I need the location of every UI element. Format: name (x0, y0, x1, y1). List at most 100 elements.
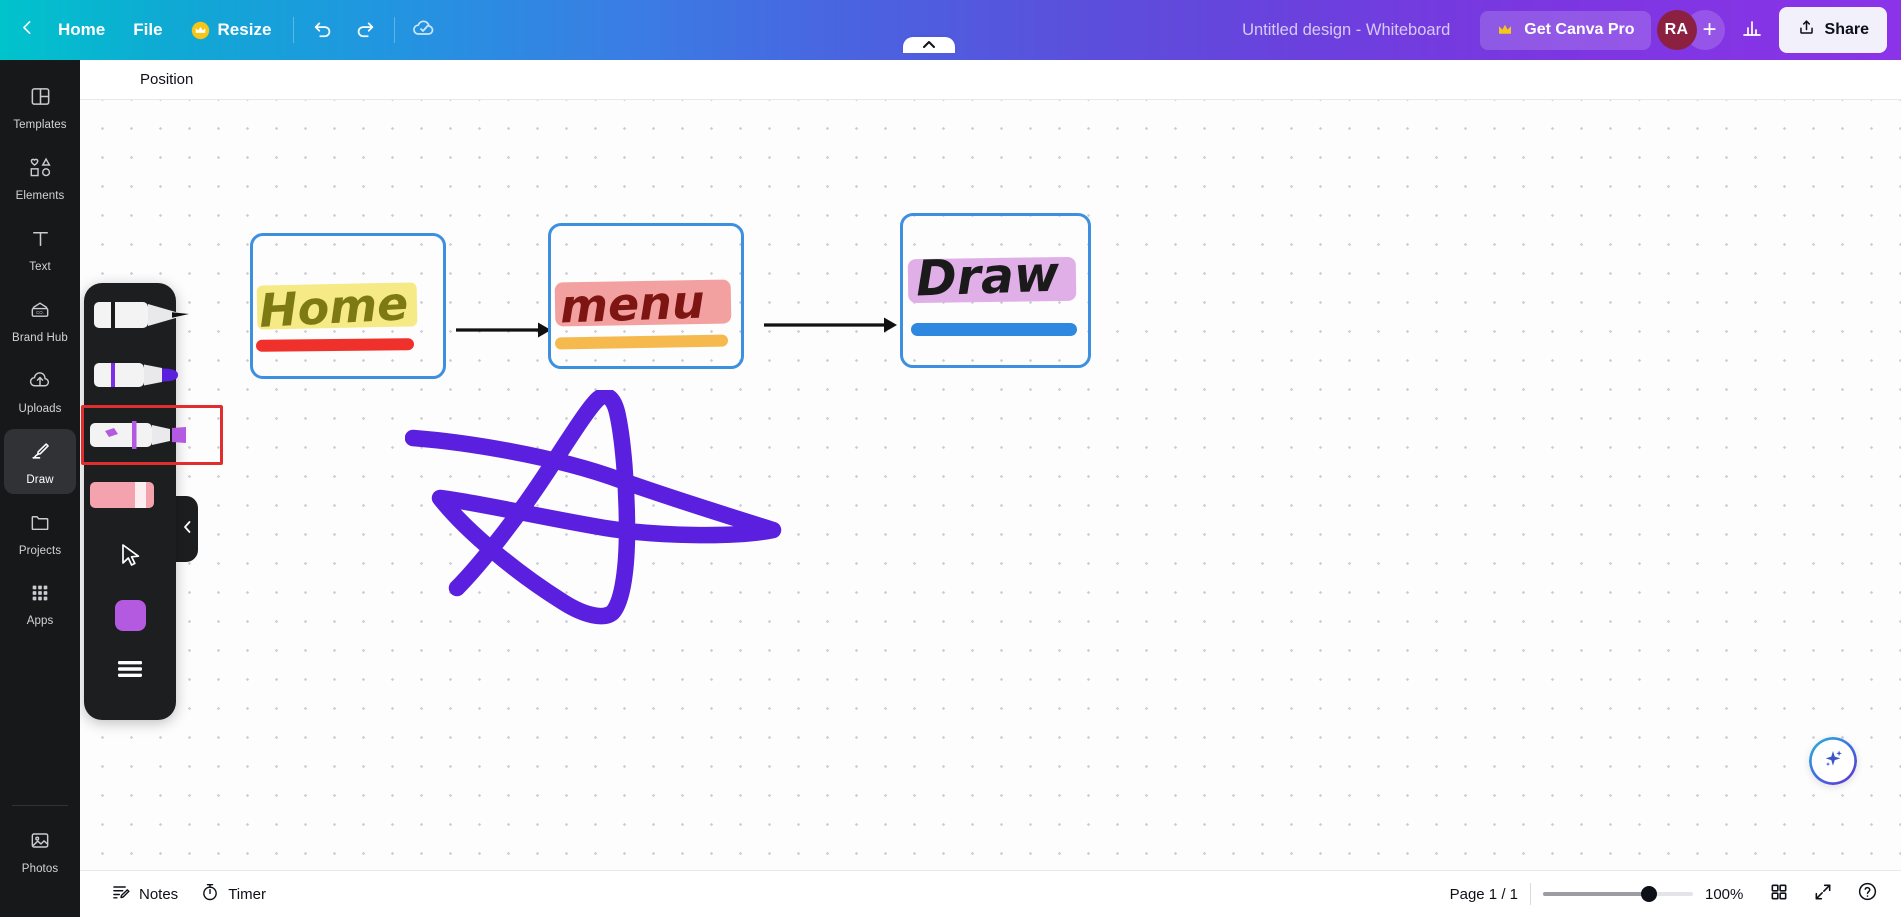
insights-button[interactable] (1731, 9, 1773, 51)
underline-stroke-home (255, 338, 415, 352)
folder-icon (28, 511, 52, 539)
sidebar-item-templates[interactable]: Templates (4, 74, 76, 139)
timer-icon (200, 882, 220, 906)
card-text-draw: Draw (915, 245, 1061, 308)
zoom-slider-fill (1543, 892, 1647, 896)
zoom-percentage: 100% (1705, 885, 1744, 903)
header-divider-1 (293, 17, 295, 43)
draw-panel-collapse-button[interactable] (176, 496, 198, 562)
share-label: Share (1824, 21, 1869, 38)
crown-icon (1496, 21, 1515, 40)
draw-tool-highlighter[interactable] (84, 405, 186, 465)
redo-icon (354, 17, 376, 44)
grid-view-button[interactable] (1763, 878, 1795, 910)
help-circle-icon (1857, 881, 1878, 907)
sidebar-item-brand-hub[interactable]: CO. Brand Hub (4, 287, 76, 352)
avatar[interactable]: RA (1656, 10, 1697, 50)
share-button[interactable]: Share (1778, 7, 1887, 53)
draw-color-swatch-button[interactable] (84, 595, 176, 635)
stroke-weight-icon (116, 658, 144, 685)
bottom-divider (1530, 883, 1531, 905)
uploads-icon (28, 369, 52, 397)
chevron-left-icon (183, 520, 192, 539)
purple-star-scribble[interactable] (405, 390, 785, 640)
notes-icon (111, 882, 131, 906)
flow-arrow-1 (456, 322, 551, 338)
draw-tool-pen[interactable] (84, 285, 189, 345)
whiteboard-canvas[interactable]: Home menu Draw (80, 100, 1901, 870)
sidebar-item-label: Templates (13, 119, 67, 131)
sidebar-item-label: Photos (21, 863, 59, 875)
home-menu-button[interactable]: Home (44, 12, 119, 48)
draw-pen-icon (28, 440, 52, 468)
page-indicator[interactable]: Page 1 / 1 (1450, 886, 1518, 903)
magic-ai-button[interactable] (1809, 737, 1857, 785)
zoom-slider-knob[interactable] (1641, 886, 1657, 902)
photos-icon (28, 829, 52, 857)
timer-label: Timer (228, 885, 266, 903)
timer-button[interactable]: Timer (189, 875, 277, 913)
svg-text:CO.: CO. (36, 310, 44, 315)
left-sidebar: Templates Elements Text CO. Brand Hub Up… (0, 60, 80, 917)
collaborators-group: RA + (1656, 10, 1725, 50)
sidebar-item-label: Uploads (18, 403, 62, 415)
bottom-right-group: Page 1 / 1 100% (1450, 878, 1883, 910)
elements-icon (28, 156, 53, 184)
saved-status-button[interactable] (403, 9, 445, 51)
underline-stroke-menu (554, 334, 729, 350)
sidebar-item-photos[interactable]: Photos (4, 818, 76, 883)
pro-label: Get Canva Pro (1524, 21, 1635, 38)
flow-card-home[interactable]: Home (250, 233, 446, 379)
sidebar-item-label: Elements (15, 190, 65, 202)
sidebar-item-label: Brand Hub (12, 332, 68, 344)
undo-button[interactable] (302, 9, 344, 51)
draw-tool-panel (81, 283, 223, 720)
position-button[interactable]: Position (128, 65, 205, 94)
get-canva-pro-button[interactable]: Get Canva Pro (1480, 10, 1651, 50)
sidebar-item-draw[interactable]: Draw (4, 429, 76, 494)
header-right-group: Get Canva Pro RA + Share (1480, 7, 1887, 53)
cursor-arrow-icon (118, 542, 142, 573)
design-toolbar: Position (80, 60, 1901, 100)
sidebar-item-projects[interactable]: Projects (4, 500, 76, 565)
sidebar-item-label: Projects (18, 545, 62, 557)
sidebar-item-elements[interactable]: Elements (4, 145, 76, 210)
header-left-group: Home File Resize (0, 0, 445, 60)
file-label: File (133, 20, 163, 39)
draw-stroke-weight-button[interactable] (84, 651, 176, 691)
header-divider-2 (394, 17, 396, 43)
sidebar-divider (12, 805, 68, 806)
home-label: Home (58, 20, 106, 39)
sidebar-item-label: Text (29, 261, 51, 273)
card-text-menu: menu (559, 274, 706, 334)
flow-card-draw[interactable]: Draw (900, 213, 1091, 368)
canvas-collapse-tab[interactable] (903, 37, 955, 53)
resize-button[interactable]: Resize (177, 12, 286, 48)
redo-button[interactable] (344, 9, 386, 51)
sidebar-item-uploads[interactable]: Uploads (4, 358, 76, 423)
undo-icon (312, 17, 334, 44)
expand-icon (1813, 882, 1833, 907)
notes-button[interactable]: Notes (100, 875, 189, 913)
sidebar-item-label: Draw (26, 474, 54, 486)
sidebar-item-label: Apps (26, 615, 54, 627)
file-menu-button[interactable]: File (119, 12, 176, 48)
document-title-input[interactable]: Untitled design - Whiteboard (1230, 14, 1462, 47)
chevron-up-icon (922, 36, 936, 54)
color-swatch (114, 599, 146, 631)
draw-tool-marker[interactable] (84, 345, 178, 405)
draw-cursor-tool[interactable] (84, 533, 176, 581)
sidebar-item-apps[interactable]: Apps (4, 571, 76, 635)
fullscreen-button[interactable] (1807, 878, 1839, 910)
bar-chart-icon (1740, 16, 1764, 45)
chevron-left-icon (19, 19, 36, 41)
back-button[interactable] (10, 0, 44, 60)
sidebar-item-text[interactable]: Text (4, 216, 76, 281)
cloud-check-icon (412, 16, 436, 45)
help-button[interactable] (1851, 878, 1883, 910)
draw-tool-eraser[interactable] (84, 465, 176, 525)
zoom-slider[interactable] (1543, 886, 1693, 902)
resize-label: Resize (217, 20, 272, 39)
flow-card-menu[interactable]: menu (548, 223, 744, 369)
underline-stroke-draw (911, 323, 1077, 336)
